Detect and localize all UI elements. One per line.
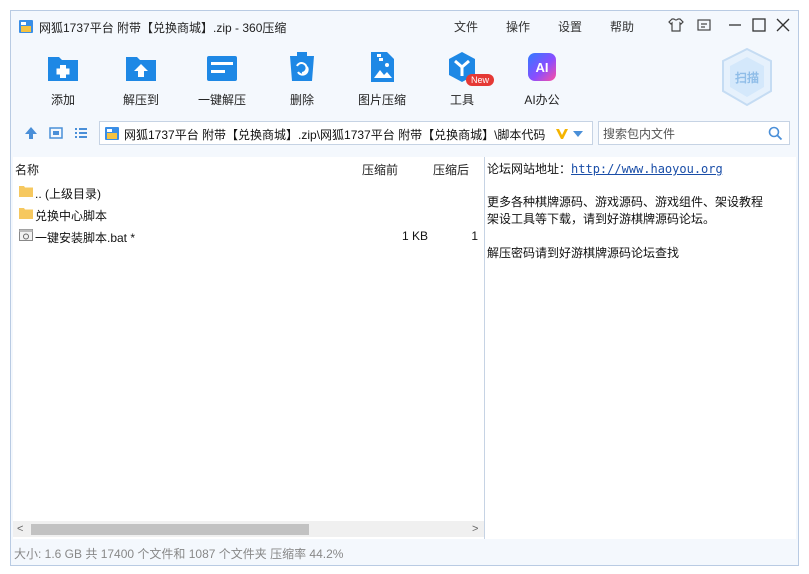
toolbar: 添加 解压到 一键解压 删除 图片压缩 工具 AI AI办公 New 扫描	[11, 41, 798, 113]
file-name: 一键安装脚本.bat *	[35, 231, 136, 245]
delete-button[interactable]: 删除	[266, 47, 338, 109]
path-dropdown-icon[interactable]	[572, 129, 584, 139]
file-row-install-script[interactable]: 一键安装脚本.bat * 1 KB 1	[13, 225, 484, 247]
minimize-icon[interactable]	[726, 16, 744, 34]
add-label: 添加	[50, 93, 75, 107]
horizontal-scrollbar[interactable]: < >	[13, 521, 484, 537]
scan-shield-icon[interactable]: 扫描	[719, 47, 775, 107]
search-input[interactable]	[601, 124, 765, 144]
image-compress-button[interactable]: 图片压缩	[346, 47, 418, 109]
scroll-right-icon[interactable]: >	[472, 523, 478, 535]
scrollbar-thumb[interactable]	[31, 524, 309, 535]
comment-line-3: 架设工具等下载，请到好游棋牌源码论坛。	[487, 212, 716, 226]
image-compress-label: 图片压缩	[357, 93, 406, 107]
image-compress-icon	[371, 52, 394, 82]
file-list-pane: 名称 压缩前 压缩后 .. (上级目录) 兑换中心脚本 一键安装脚本.bat *…	[13, 157, 485, 539]
one-click-extract-button[interactable]: 一键解压	[186, 47, 258, 109]
comment-site-label: 论坛网站地址：	[487, 162, 572, 176]
close-icon[interactable]	[774, 16, 792, 34]
skin-icon[interactable]	[667, 16, 685, 34]
one-click-extract-label: 一键解压	[197, 93, 246, 107]
forum-link[interactable]: http://www.haoyou.org	[571, 162, 723, 176]
thumbnail-view-icon[interactable]	[48, 125, 64, 141]
vip-check-icon	[556, 129, 568, 139]
scroll-left-icon[interactable]: <	[17, 523, 23, 535]
menu-operation[interactable]: 操作	[506, 18, 530, 35]
new-badge: New	[466, 74, 495, 86]
ai-office-button[interactable]: AI AI办公	[506, 47, 578, 109]
app-window: 网狐1737平台 附带【兑换商城】.zip - 360压缩 文件 操作 设置 帮…	[10, 10, 799, 566]
search-icon[interactable]	[768, 126, 783, 141]
up-arrow-icon[interactable]	[23, 125, 39, 141]
file-name: .. (上级目录)	[35, 187, 101, 201]
status-text: 大小: 1.6 GB 共 17400 个文件和 1087 个文件夹 压缩率 44…	[14, 547, 344, 561]
menu-settings[interactable]: 设置	[558, 18, 582, 35]
menu-file[interactable]: 文件	[454, 18, 478, 35]
feedback-icon[interactable]	[695, 16, 713, 34]
add-button[interactable]: 添加	[27, 47, 99, 109]
file-row-exchange-script[interactable]: 兑换中心脚本	[13, 203, 484, 225]
maximize-icon[interactable]	[750, 16, 768, 34]
add-icon	[48, 57, 78, 81]
file-row-parent-dir[interactable]: .. (上级目录)	[13, 181, 484, 203]
status-bar: 大小: 1.6 GB 共 17400 个文件和 1087 个文件夹 压缩率 44…	[11, 541, 798, 565]
one-click-extract-icon	[207, 56, 237, 81]
delete-icon	[290, 52, 314, 81]
tools-label: 工具	[449, 93, 474, 107]
scan-label: 扫描	[735, 70, 759, 85]
ai-office-label: AI办公	[524, 93, 560, 107]
navigation-bar: 网狐1737平台 附带【兑换商城】.zip\网狐1737平台 附带【兑换商城】\…	[11, 118, 798, 148]
folder-icon	[19, 208, 33, 219]
search-box	[598, 121, 790, 145]
path-bar[interactable]: 网狐1737平台 附带【兑换商城】.zip\网狐1737平台 附带【兑换商城】\…	[99, 121, 593, 145]
comment-line-2: 更多各种棋牌源码、游戏源码、游戏组件、架设教程	[487, 195, 764, 209]
file-compressed: 1	[471, 229, 478, 243]
ai-office-icon: AI	[528, 53, 556, 81]
delete-label: 删除	[289, 93, 314, 107]
extract-to-button[interactable]: 解压到	[105, 47, 177, 109]
list-view-icon[interactable]	[73, 125, 89, 141]
path-text: 网狐1737平台 附带【兑换商城】.zip\网狐1737平台 附带【兑换商城】\…	[124, 128, 546, 142]
title-bar: 网狐1737平台 附带【兑换商城】.zip - 360压缩 文件 操作 设置 帮…	[11, 11, 798, 41]
extract-to-icon	[126, 57, 156, 81]
column-header-size[interactable]: 压缩前	[362, 161, 398, 178]
column-header-name[interactable]: 名称	[15, 161, 39, 178]
folder-icon	[19, 186, 33, 197]
file-size: 1 KB	[401, 229, 428, 243]
menu-help[interactable]: 帮助	[610, 18, 634, 35]
file-name: 兑换中心脚本	[35, 209, 108, 223]
window-title: 网狐1737平台 附带【兑换商城】.zip - 360压缩	[39, 21, 287, 35]
archive-path-icon	[105, 127, 119, 140]
bat-file-icon	[19, 229, 33, 241]
archive-app-icon	[19, 20, 33, 33]
extract-to-label: 解压到	[122, 93, 159, 107]
comment-pane: 论坛网站地址：http://www.haoyou.org 更多各种棋牌源码、游戏…	[485, 157, 796, 539]
comment-line-4: 解压密码请到好游棋牌源码论坛查找	[487, 246, 680, 260]
comment-site-line: 论坛网站地址：http://www.haoyou.org	[487, 160, 723, 177]
ai-icon-text: AI	[536, 60, 549, 75]
column-header-compressed[interactable]: 压缩后	[433, 161, 469, 178]
